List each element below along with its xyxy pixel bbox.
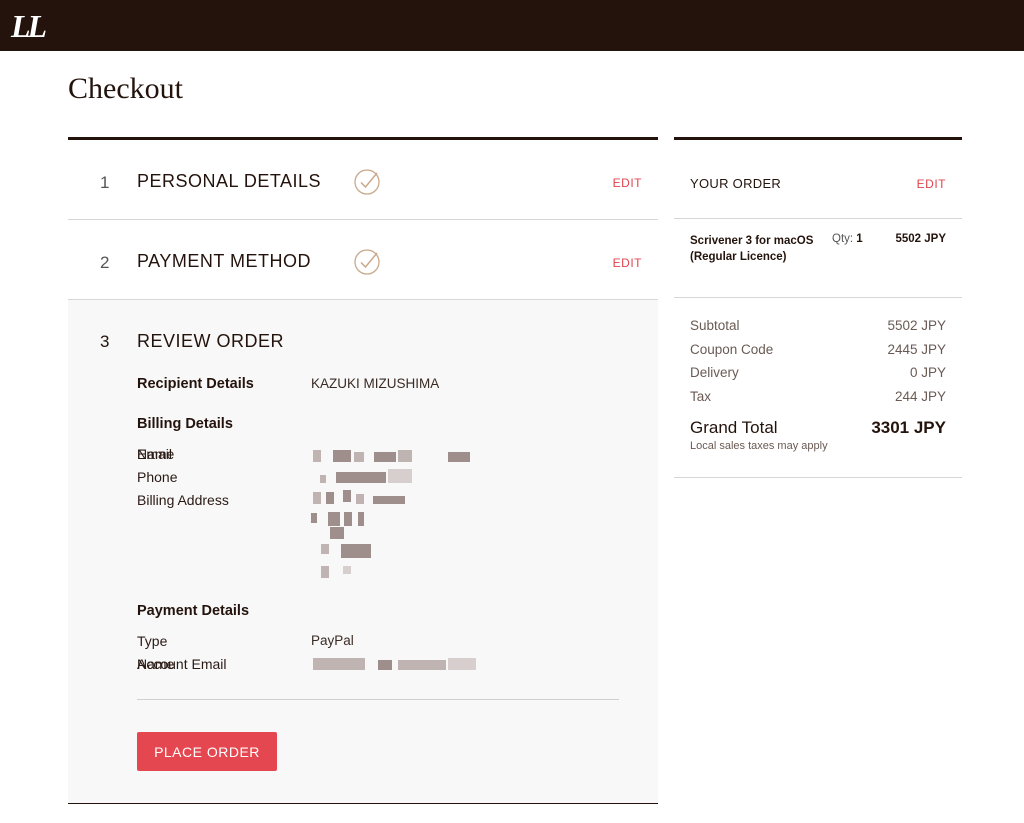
check-circle-icon [354,169,380,195]
checkout-steps: 1 PERSONAL DETAILS EDIT 2 PAYMENT METHOD… [68,137,658,804]
divider [137,699,619,700]
item-name: Scrivener 3 for macOS (Regular Licence) [690,235,814,263]
check-circle-icon [354,249,380,275]
step-title: REVIEW ORDER [137,331,285,351]
order-totals: Subtotal 5502 JPY Coupon Code 2445 JPY Del… [674,298,962,478]
place-order-button[interactable]: PLACE ORDER [137,732,277,771]
tax-note: Local sales taxes may apply [690,440,828,452]
payment-type-label: Type [137,633,168,649]
page-title: Checkout [68,72,183,105]
billing-email-label: Email [137,446,173,462]
step-personal-details: 1 PERSONAL DETAILS EDIT [68,140,658,220]
payment-type-value: PayPal [311,633,354,648]
order-summary-header: YOUR ORDER EDIT [674,140,962,219]
edit-payment-method-link[interactable]: EDIT [613,256,642,270]
site-logo[interactable]: LL [11,8,47,45]
step-number: 2 [100,253,110,272]
recipient-heading: Recipient Details [137,376,254,392]
item-price: 5502 JPY [895,233,946,245]
step-payment-method: 2 PAYMENT METHOD EDIT [68,220,658,300]
step-title: PERSONAL DETAILS [137,171,322,191]
payment-email-label: Account Email [137,656,227,672]
billing-heading: Billing Details [137,416,233,432]
step-review-order: 3 REVIEW ORDER Recipient Details KAZUKI … [68,300,658,804]
order-summary: YOUR ORDER EDIT Scrivener 3 for macOS (R… [674,137,962,478]
step-title: PAYMENT METHOD [137,251,312,271]
billing-address-label: Billing Address [137,492,229,508]
edit-personal-details-link[interactable]: EDIT [613,176,642,190]
order-item: Scrivener 3 for macOS (Regular Licence) … [674,219,962,298]
item-quantity: Qty: 1 [832,233,863,245]
step-number: 3 [100,332,110,351]
step-number: 1 [100,173,110,192]
recipient-value: KAZUKI MIZUSHIMA [311,376,440,391]
top-bar: LL [0,0,1024,51]
order-summary-title: YOUR ORDER [690,176,782,191]
edit-order-link[interactable]: EDIT [917,177,946,191]
payment-heading: Payment Details [137,603,250,619]
billing-phone-label: Phone [137,469,178,485]
